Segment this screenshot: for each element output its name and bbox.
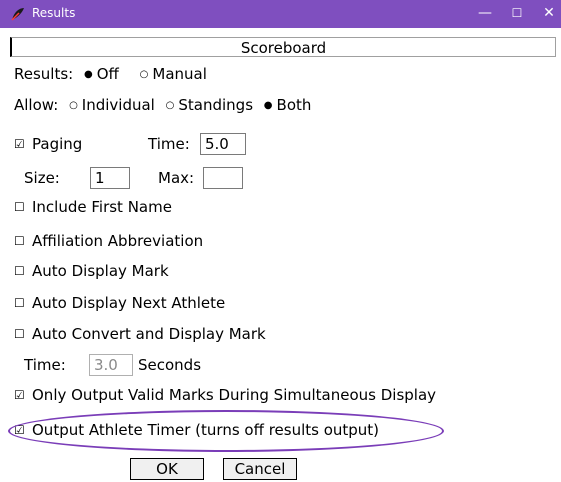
radio-results-off[interactable]: ● — [84, 69, 93, 80]
maximize-button[interactable]: ☐ — [502, 2, 532, 24]
checkbox-affiliation-abbreviation[interactable]: ☐ Affiliation Abbreviation — [14, 232, 203, 250]
checkbox-auto-convert-display-mark[interactable]: ☐ Auto Convert and Display Mark — [14, 325, 266, 343]
minimize-button[interactable]: — — [470, 2, 500, 24]
checkbox-include-first-name-box[interactable]: ☐ — [14, 200, 32, 214]
cancel-button[interactable]: Cancel — [223, 458, 297, 480]
checkbox-only-output-valid-marks[interactable]: ☑ Only Output Valid Marks During Simultan… — [14, 386, 436, 404]
paging-time-label: Time: — [148, 135, 190, 153]
checkbox-include-first-name[interactable]: ☐ Include First Name — [14, 198, 172, 216]
convert-time-input — [89, 354, 133, 376]
checkbox-output-athlete-timer-box[interactable]: ☑ — [14, 423, 32, 437]
paging-row: ☑ Paging — [14, 135, 82, 153]
checkbox-label[interactable]: Auto Display Next Athlete — [32, 294, 225, 312]
allow-row: Allow: ○ Individual ○ Standings ● Both — [14, 96, 311, 114]
allow-label: Allow: — [14, 96, 59, 114]
checkbox-affiliation-abbreviation-box[interactable]: ☐ — [14, 234, 32, 248]
checkbox-label[interactable]: Only Output Valid Marks During Simultane… — [32, 386, 436, 404]
convert-time-unit: Seconds — [138, 356, 202, 374]
paging-max-input[interactable] — [203, 167, 243, 189]
ok-button[interactable]: OK — [130, 458, 204, 480]
section-label: Scoreboard — [240, 39, 327, 57]
checkbox-label[interactable]: Affiliation Abbreviation — [32, 232, 203, 250]
title-bar[interactable]: Results — ☐ ✕ — [0, 0, 561, 28]
checkbox-label[interactable]: Auto Convert and Display Mark — [32, 325, 266, 343]
checkbox-auto-display-mark[interactable]: ☐ Auto Display Mark — [14, 262, 169, 280]
results-row: Results: ● Off ○ Manual — [14, 65, 207, 83]
radio-results-off-label[interactable]: Off — [97, 65, 119, 83]
convert-time-label: Time: — [24, 356, 66, 374]
checkbox-auto-display-mark-box[interactable]: ☐ — [14, 264, 32, 278]
radio-results-manual-label[interactable]: Manual — [152, 65, 207, 83]
paging-max-label: Max: — [158, 169, 195, 187]
radio-allow-standings-label[interactable]: Standings — [178, 96, 253, 114]
checkbox-label[interactable]: Output Athlete Timer (turns off results … — [32, 421, 379, 439]
checkbox-label[interactable]: Auto Display Mark — [32, 262, 169, 280]
checkbox-auto-display-next-athlete-box[interactable]: ☐ — [14, 296, 32, 310]
results-label: Results: — [14, 65, 74, 83]
radio-allow-individual-label[interactable]: Individual — [82, 96, 155, 114]
radio-results-manual[interactable]: ○ — [140, 69, 149, 80]
app-feather-icon — [11, 8, 24, 21]
checkbox-only-output-valid-marks-box[interactable]: ☑ — [14, 388, 32, 402]
radio-allow-both-label[interactable]: Both — [277, 96, 312, 114]
paging-label[interactable]: Paging — [32, 135, 82, 153]
checkbox-label[interactable]: Include First Name — [32, 198, 172, 216]
paging-time-input[interactable] — [200, 133, 246, 155]
paging-size-label: Size: — [24, 169, 60, 187]
paging-size-input[interactable] — [90, 167, 130, 189]
scoreboard-section-header: Scoreboard — [10, 37, 556, 57]
radio-allow-standings[interactable]: ○ — [166, 100, 175, 111]
checkbox-auto-display-next-athlete[interactable]: ☐ Auto Display Next Athlete — [14, 294, 225, 312]
window-title: Results — [32, 6, 76, 20]
paging-checkbox[interactable]: ☑ — [14, 137, 32, 151]
close-button[interactable]: ✕ — [534, 2, 561, 24]
checkbox-output-athlete-timer[interactable]: ☑ Output Athlete Timer (turns off results… — [14, 421, 379, 439]
radio-allow-individual[interactable]: ○ — [69, 100, 78, 111]
checkbox-auto-convert-display-mark-box[interactable]: ☐ — [14, 327, 32, 341]
radio-allow-both[interactable]: ● — [264, 100, 273, 111]
